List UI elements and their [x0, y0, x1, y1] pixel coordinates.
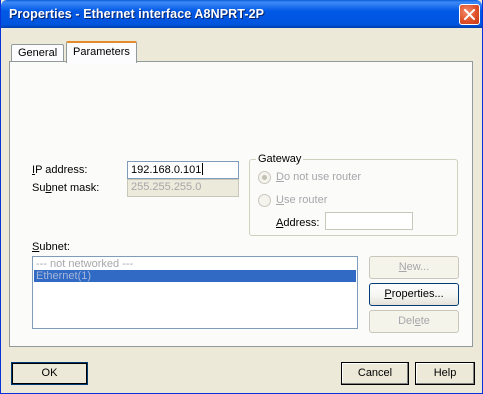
list-item[interactable]: Ethernet(1)	[34, 270, 356, 282]
new-subnet-button[interactable]: New...	[369, 256, 459, 279]
list-item[interactable]: --- not networked ---	[34, 258, 356, 270]
tab-general[interactable]: General	[11, 44, 65, 62]
tab-parameters[interactable]: Parameters	[66, 41, 137, 63]
gateway-group: Gateway Do not use router Use router Add…	[249, 153, 458, 236]
use-router-radio[interactable]	[258, 194, 271, 207]
window-title: Properties - Ethernet interface A8NPRT-2…	[9, 7, 265, 21]
router-address-input[interactable]	[325, 212, 413, 230]
ip-address-value: 192.168.0.101	[131, 164, 202, 176]
subnet-label: Subnet:	[32, 241, 70, 253]
close-icon	[464, 9, 475, 20]
help-button[interactable]: Help	[415, 362, 475, 385]
gateway-group-title: Gateway	[256, 153, 304, 165]
subnet-mask-value: 255.255.255.0	[131, 181, 202, 193]
tab-general-label: General	[18, 47, 58, 59]
ip-address-input[interactable]: 192.168.0.101	[127, 161, 239, 179]
subnet-properties-button[interactable]: Properties...	[369, 283, 459, 306]
close-button[interactable]	[459, 4, 480, 25]
subnet-mask-label: Subnet mask:	[32, 182, 100, 194]
do-not-use-router-label: Do not use router	[276, 171, 362, 183]
title-bar[interactable]: Properties - Ethernet interface A8NPRT-2…	[1, 0, 482, 28]
use-router-label: Use router	[276, 194, 328, 206]
cancel-button[interactable]: Cancel	[341, 362, 409, 385]
ip-address-label: IP address:	[32, 164, 88, 176]
subnet-list[interactable]: --- not networked --- Ethernet(1)	[32, 256, 358, 329]
ok-button[interactable]: OK	[11, 362, 88, 385]
do-not-use-router-radio[interactable]	[258, 171, 271, 184]
router-address-label: Address:	[276, 217, 320, 229]
text-caret	[202, 163, 204, 175]
properties-dialog: Properties - Ethernet interface A8NPRT-2…	[0, 0, 483, 394]
subnet-mask-input[interactable]: 255.255.255.0	[127, 179, 239, 197]
parameters-panel: IP address: 192.168.0.101 Subnet mask: 2…	[9, 61, 473, 347]
tab-parameters-label: Parameters	[73, 46, 130, 58]
delete-subnet-button[interactable]: Delete	[369, 310, 459, 333]
